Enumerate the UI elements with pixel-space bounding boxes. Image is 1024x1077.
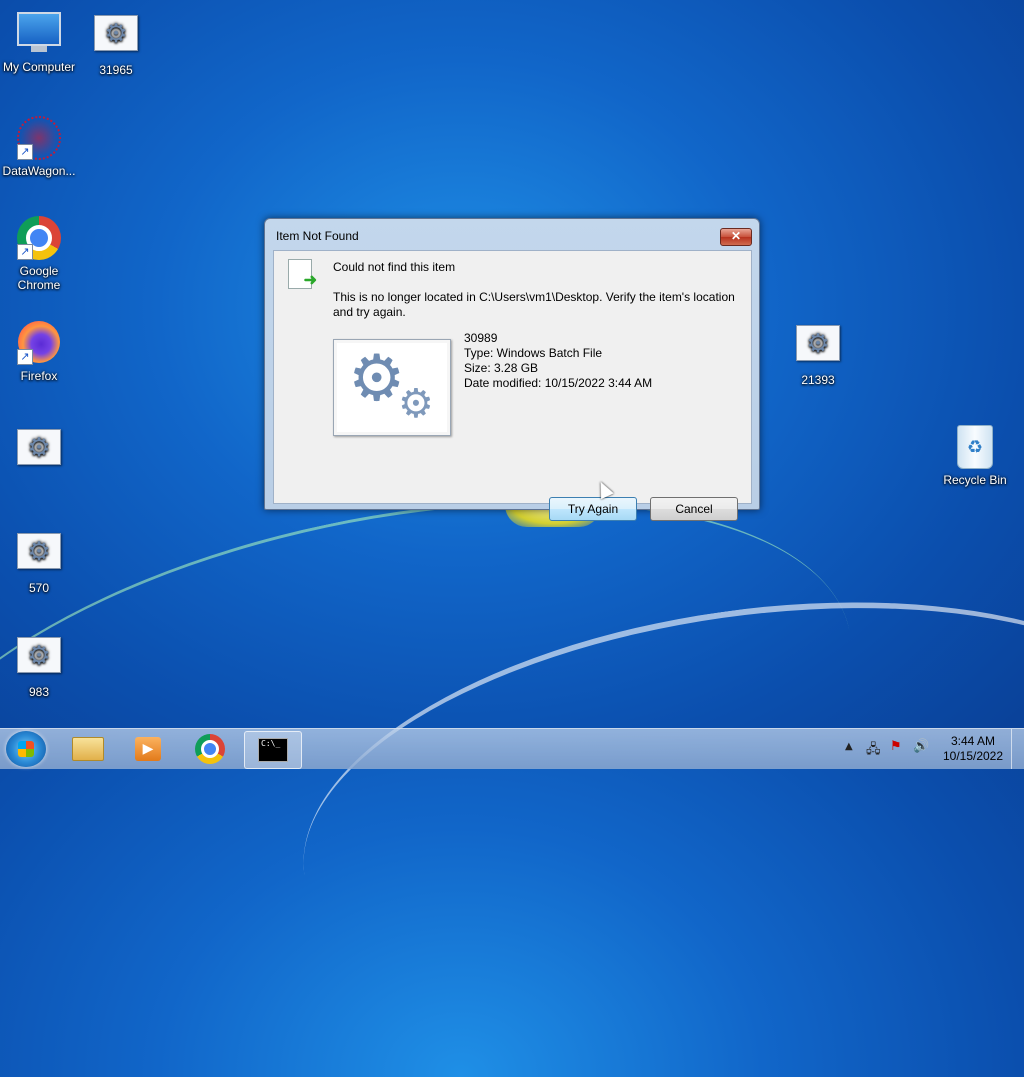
dialog-body: ➜ Could not find this item This is no lo… (273, 250, 752, 521)
desktop-icon-983[interactable]: ⚙ 983 (1, 632, 77, 699)
file-type: Type: Windows Batch File (464, 346, 603, 360)
computer-icon (17, 12, 61, 56)
batch-file-icon: ⚙ (94, 15, 138, 59)
try-again-button[interactable]: Try Again (549, 497, 637, 521)
close-button[interactable]: ✕ (720, 228, 752, 246)
dialog-heading: Could not find this item (333, 260, 456, 274)
show-hidden-icons-button[interactable]: ▲ (845, 741, 853, 752)
firefox-icon: ↗ (17, 321, 61, 365)
batch-file-icon: ⚙ (17, 429, 61, 473)
desktop-icon-firefox[interactable]: ↗ Firefox (1, 320, 77, 383)
shortcut-arrow-icon: ↗ (17, 144, 33, 160)
volume-icon[interactable]: 🔊 (913, 739, 929, 754)
show-desktop-button[interactable] (1011, 729, 1024, 769)
taskbar-chrome-button[interactable] (182, 731, 238, 767)
batch-file-icon: ⚙ (17, 637, 61, 681)
shortcut-arrow-icon: ↗ (17, 349, 33, 365)
media-player-icon: ▶ (135, 737, 161, 761)
file-details: 30989 Type: Windows Batch File Size: 3.2… (464, 331, 652, 391)
desktop-icon-31965[interactable]: ⚙ 31965 (78, 10, 154, 77)
windows-explorer-icon (72, 737, 104, 761)
desktop-icon-21393[interactable]: ⚙ 21393 (780, 320, 856, 387)
desktop-icon-datawagon[interactable]: ↗ DataWagon... (1, 114, 77, 178)
desktop-icon-batch-file[interactable]: ⚙ (1, 424, 77, 477)
desktop-icon-google-chrome[interactable]: ↗ Google Chrome (1, 216, 77, 292)
file-size: Size: 3.28 GB (464, 361, 539, 375)
action-center-icon[interactable]: ⚑ (890, 739, 902, 754)
desktop-icon-label: 983 (28, 685, 50, 699)
batch-file-icon: ⚙ (796, 325, 840, 369)
shortcut-arrow-icon: ↗ (17, 244, 33, 260)
desktop-icon-label: 570 (28, 581, 50, 595)
desktop-icon-570[interactable]: ⚙ 570 (1, 528, 77, 595)
file-move-icon: ➜ (288, 259, 317, 289)
file-date-modified: Date modified: 10/15/2022 3:44 AM (464, 376, 653, 390)
recycle-bin-icon: ♻ (953, 425, 997, 469)
chrome-icon: ↗ (17, 216, 61, 260)
desktop-icon-label: My Computer (2, 60, 76, 74)
dialog-title: Item Not Found (276, 229, 359, 243)
system-clock[interactable]: 3:44 AM 10/15/2022 (934, 734, 1012, 764)
desktop-icon-label: Firefox (20, 369, 58, 383)
batch-file-icon: ⚙ (17, 533, 61, 577)
taskbar-explorer-button[interactable] (60, 731, 116, 767)
network-icon[interactable]: 🖧 (866, 740, 881, 762)
desktop-icon-label: DataWagon... (2, 164, 76, 178)
taskbar: ▶ C:\_ ▲ 🖧 ⚑ 🔊 3:44 AM 10/15/2022 (0, 728, 1024, 769)
gear-icon: ⚙ (398, 382, 434, 426)
file-thumbnail: ⚙ ⚙ (333, 339, 451, 436)
command-prompt-icon: C:\_ (258, 738, 288, 762)
dialog-message: This is no longer located in C:\Users\vm… (333, 290, 735, 319)
desktop-icon-recycle-bin[interactable]: ♻ Recycle Bin (937, 424, 1013, 487)
datawagon-icon: ↗ (17, 116, 61, 160)
file-name: 30989 (464, 331, 498, 345)
start-button[interactable] (6, 731, 46, 767)
desktop-icon-label: 21393 (801, 373, 835, 387)
chrome-icon (195, 734, 225, 764)
desktop-icon-label: Google Chrome (17, 264, 61, 292)
clock-time: 3:44 AM (950, 734, 996, 748)
taskbar-command-prompt-button[interactable]: C:\_ (244, 731, 302, 769)
clock-date: 10/15/2022 (942, 749, 1004, 763)
taskbar-media-player-button[interactable]: ▶ (120, 731, 176, 767)
desktop-icon-label: 31965 (99, 63, 133, 77)
item-not-found-dialog: Item Not Found ✕ ➜ Could not find this i… (264, 218, 760, 521)
cancel-button[interactable]: Cancel (650, 497, 738, 521)
desktop-icon-my-computer[interactable]: My Computer (1, 10, 77, 74)
gear-icon: ⚙ (348, 342, 406, 414)
desktop-icon-label: Recycle Bin (943, 473, 1007, 487)
